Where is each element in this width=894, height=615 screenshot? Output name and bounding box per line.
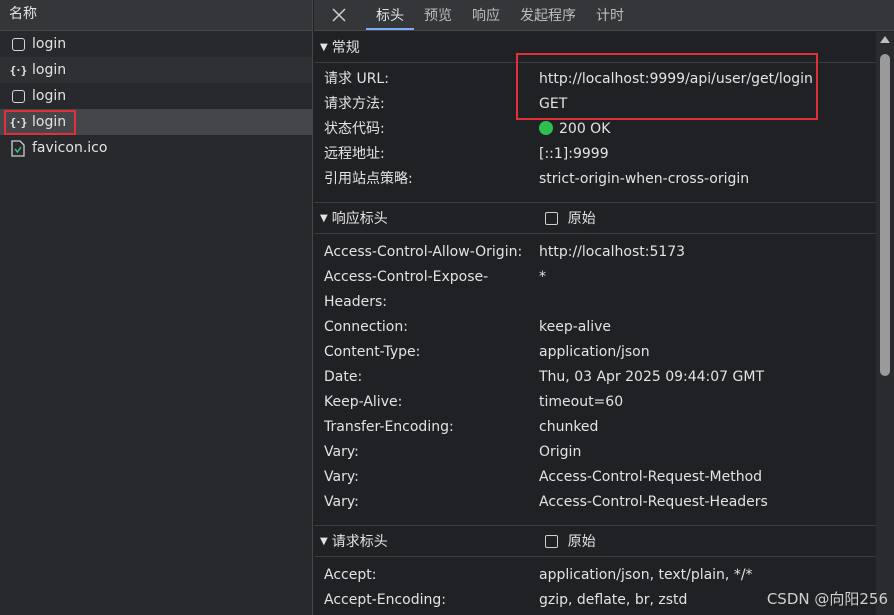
header-value[interactable]: * — [539, 265, 876, 290]
section-title: 请求标头 — [331, 534, 388, 550]
response-header-row: Content-Type: application/json — [314, 340, 876, 365]
raw-label: 原始 — [567, 211, 596, 227]
request-name: login — [32, 62, 67, 78]
tab-initiator[interactable]: 发起程序 — [510, 2, 586, 30]
document-icon — [10, 88, 26, 104]
status-text: 200 OK — [559, 121, 611, 137]
header-key: Accept-Encoding: — [324, 592, 447, 608]
request-details-panel: 标头 预览 响应 发起程序 计时 ▼ 常规 请求 URL: http://loc… — [314, 0, 894, 615]
response-header-row: Access-Control-Expose- * — [314, 265, 876, 290]
header-key: Headers: — [324, 294, 387, 310]
header-value[interactable]: Access-Control-Request-Headers — [539, 490, 876, 515]
close-icon[interactable] — [326, 0, 352, 30]
header-value[interactable] — [539, 290, 876, 315]
request-name: login — [32, 114, 67, 130]
raw-checkbox[interactable] — [544, 211, 558, 225]
scroll-thumb[interactable] — [880, 54, 890, 376]
header-value[interactable]: Access-Control-Request-Method — [539, 465, 876, 490]
response-header-row: Keep-Alive: timeout=60 — [314, 390, 876, 415]
tab-timing[interactable]: 计时 — [586, 2, 634, 30]
general-row: 远程地址: [::1]:9999 — [314, 142, 876, 167]
header-key: Connection: — [324, 319, 408, 335]
request-row[interactable]: favicon.ico — [0, 135, 312, 161]
request-name: login — [32, 88, 67, 104]
response-header-row: Vary: Access-Control-Request-Method — [314, 465, 876, 490]
header-key: 引用站点策略: — [324, 171, 413, 187]
headers-content: ▼ 常规 请求 URL: http://localhost:9999/api/u… — [314, 32, 876, 615]
request-row[interactable]: login — [0, 83, 312, 109]
watermark: CSDN @向阳256 — [766, 590, 888, 608]
image-file-icon — [10, 139, 26, 157]
section-request-headers-header[interactable]: ▼ 请求标头 原始 — [314, 526, 876, 557]
response-header-row: Transfer-Encoding: chunked — [314, 415, 876, 440]
header-key: Content-Type: — [324, 344, 421, 360]
header-value[interactable]: [::1]:9999 — [539, 142, 876, 167]
header-value[interactable]: Thu, 03 Apr 2025 09:44:07 GMT — [539, 365, 876, 390]
request-name: login — [32, 36, 67, 52]
header-key: Vary: — [324, 444, 359, 460]
raw-label: 原始 — [567, 534, 596, 550]
header-value[interactable]: GET — [539, 92, 876, 117]
vertical-scrollbar[interactable] — [876, 32, 894, 615]
request-name: favicon.ico — [32, 140, 108, 156]
header-value[interactable]: http://localhost:5173 — [539, 240, 876, 265]
header-key: Transfer-Encoding: — [324, 419, 454, 435]
status-ok-dot-icon — [539, 121, 553, 135]
request-row-selected[interactable]: {·} login — [0, 109, 312, 135]
header-key: Access-Control-Expose- — [324, 269, 489, 285]
name-column-header[interactable]: 名称 — [0, 0, 312, 31]
raw-checkbox[interactable] — [544, 534, 558, 548]
response-header-row: Connection: keep-alive — [314, 315, 876, 340]
response-header-row: Date: Thu, 03 Apr 2025 09:44:07 GMT — [314, 365, 876, 390]
tab-response[interactable]: 响应 — [462, 2, 510, 30]
header-value[interactable]: strict-origin-when-cross-origin — [539, 167, 876, 192]
triangle-down-icon: ▼ — [320, 212, 328, 224]
header-value[interactable]: 200 OK — [539, 117, 876, 142]
tab-preview[interactable]: 预览 — [414, 2, 462, 30]
header-key: Access-Control-Allow-Origin: — [324, 244, 523, 260]
header-key: Date: — [324, 369, 363, 385]
json-icon: {·} — [9, 63, 28, 77]
section-response-headers-body: Access-Control-Allow-Origin: http://local… — [314, 234, 876, 526]
header-value[interactable]: timeout=60 — [539, 390, 876, 415]
general-row: 请求 URL: http://localhost:9999/api/user/g… — [314, 67, 876, 92]
header-key: 请求方法: — [324, 96, 385, 112]
header-value[interactable]: chunked — [539, 415, 876, 440]
header-value[interactable]: application/json, text/plain, */* — [539, 563, 876, 588]
general-row: 引用站点策略: strict-origin-when-cross-origin — [314, 167, 876, 192]
request-row[interactable]: {·} login — [0, 57, 312, 83]
header-key: 远程地址: — [324, 146, 385, 162]
response-header-row: Vary: Origin — [314, 440, 876, 465]
request-header-row: Accept: application/json, text/plain, */* — [314, 563, 876, 588]
general-row: 状态代码: 200 OK — [314, 117, 876, 142]
triangle-down-icon: ▼ — [320, 535, 328, 547]
section-title: 常规 — [331, 40, 360, 56]
response-header-row: Headers: — [314, 290, 876, 315]
section-response-headers-header[interactable]: ▼ 响应标头 原始 — [314, 203, 876, 234]
header-key: Vary: — [324, 469, 359, 485]
request-list-panel: 名称 login {·} login login {·} login favic… — [0, 0, 313, 615]
header-key: 状态代码: — [324, 121, 385, 137]
response-header-row: Access-Control-Allow-Origin: http://local… — [314, 240, 876, 265]
json-icon: {·} — [9, 115, 28, 129]
general-row: 请求方法: GET — [314, 92, 876, 117]
section-general-header[interactable]: ▼ 常规 — [314, 32, 876, 63]
scroll-up-arrow-icon[interactable] — [880, 36, 890, 43]
document-icon — [10, 36, 26, 52]
section-general-body: 请求 URL: http://localhost:9999/api/user/g… — [314, 63, 876, 203]
response-header-row: Vary: Access-Control-Request-Headers — [314, 490, 876, 515]
header-value[interactable]: http://localhost:9999/api/user/get/login — [539, 67, 876, 92]
details-tabbar: 标头 预览 响应 发起程序 计时 — [314, 0, 894, 31]
header-key: Accept: — [324, 567, 377, 583]
triangle-down-icon: ▼ — [320, 41, 328, 53]
request-row[interactable]: login — [0, 31, 312, 57]
section-title: 响应标头 — [331, 211, 388, 227]
header-key: 请求 URL: — [324, 71, 389, 87]
header-value[interactable]: keep-alive — [539, 315, 876, 340]
header-key: Vary: — [324, 494, 359, 510]
header-key: Keep-Alive: — [324, 394, 403, 410]
tab-headers[interactable]: 标头 — [366, 2, 414, 30]
header-value[interactable]: Origin — [539, 440, 876, 465]
header-value[interactable]: application/json — [539, 340, 876, 365]
